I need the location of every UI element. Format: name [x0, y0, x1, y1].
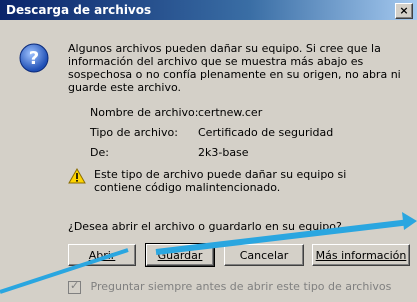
file-type-value: Certificado de seguridad — [198, 126, 334, 139]
question-icon: ? — [19, 43, 49, 73]
question-text: ¿Desea abrir el archivo o guardarlo en s… — [68, 220, 342, 233]
warning-icon — [68, 168, 86, 184]
always-ask-checkbox-label: Preguntar siempre antes de abrir este ti… — [90, 280, 392, 293]
open-button[interactable]: Abrir — [68, 244, 136, 266]
always-ask-checkbox — [68, 279, 81, 294]
dialog-body: ? Algunos archivos pueden dañar su equip… — [0, 20, 417, 302]
file-name-value: certnew.cer — [198, 106, 263, 119]
svg-text:?: ? — [29, 48, 39, 69]
open-button-label: Abrir — [88, 249, 116, 262]
always-ask-checkbox-row: Preguntar siempre antes de abrir este ti… — [68, 279, 392, 294]
more-info-button[interactable]: Más información — [312, 244, 410, 266]
file-type-label: Tipo de archivo: — [90, 126, 178, 139]
warning-text: Este tipo de archivo puede dañar su equi… — [94, 168, 347, 194]
window-title: Descarga de archivos — [6, 3, 152, 17]
intro-text: Algunos archivos pueden dañar su equipo.… — [68, 42, 401, 94]
save-button[interactable]: Guardar — [145, 243, 215, 267]
cancel-button[interactable]: Cancelar — [224, 244, 304, 266]
close-button[interactable]: × — [395, 3, 413, 19]
file-name-row: Nombre de archivo: certnew.cer — [90, 106, 390, 120]
file-name-label: Nombre de archivo: — [90, 106, 199, 119]
more-info-button-label: Más información — [315, 249, 407, 262]
file-source-row: De: 2k3-base — [90, 146, 390, 160]
file-type-row: Tipo de archivo: Certificado de segurida… — [90, 126, 390, 140]
save-button-label: Guardar — [157, 249, 203, 262]
cancel-button-label: Cancelar — [239, 249, 289, 262]
title-bar: Descarga de archivos × — [0, 0, 417, 20]
file-source-label: De: — [90, 146, 109, 159]
file-source-value: 2k3-base — [198, 146, 249, 159]
